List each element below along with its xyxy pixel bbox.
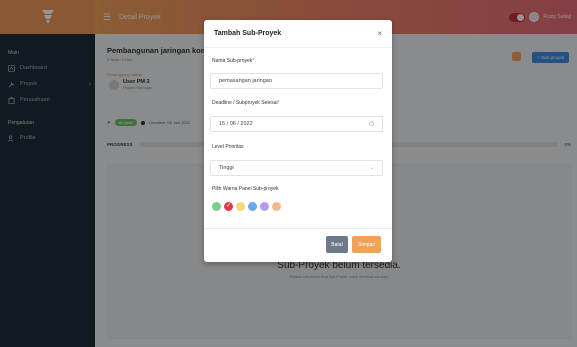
color-label: Pilih Warna Panel Sub-proyek xyxy=(212,186,279,192)
priority-value: Tinggi xyxy=(219,165,234,171)
priority-label: Level Prioritas xyxy=(212,144,244,150)
save-button[interactable]: Simpan xyxy=(352,236,381,253)
calendar-icon[interactable]: ▢ xyxy=(369,121,374,127)
color-swatch[interactable] xyxy=(272,202,281,211)
divider xyxy=(204,228,392,229)
priority-select[interactable]: Tinggi ⌄ xyxy=(210,160,383,176)
color-swatch[interactable] xyxy=(236,202,245,211)
color-swatch-selected[interactable] xyxy=(224,202,233,211)
add-subproject-modal: Tambah Sub-Proyek × Nama Sub-proyek* pem… xyxy=(204,20,392,262)
deadline-value: 15 / 06 / 2022 xyxy=(219,121,253,127)
color-swatch[interactable] xyxy=(248,202,257,211)
color-swatches xyxy=(212,202,281,211)
cancel-button[interactable]: Batal xyxy=(326,236,348,253)
color-swatch[interactable] xyxy=(212,202,221,211)
chevron-down-icon: ⌄ xyxy=(369,165,374,171)
subproject-name-input[interactable]: pemasangan jaringan xyxy=(210,73,383,89)
close-icon[interactable]: × xyxy=(377,29,382,38)
modal-title: Tambah Sub-Proyek xyxy=(214,30,282,37)
deadline-date-input[interactable]: 15 / 06 / 2022 ▢ xyxy=(210,116,383,132)
color-swatch[interactable] xyxy=(260,202,269,211)
deadline-label: Deadline / Subproyek Selesai* xyxy=(212,100,280,106)
name-label: Nama Sub-proyek* xyxy=(212,58,255,64)
name-value: pemasangan jaringan xyxy=(219,78,272,84)
